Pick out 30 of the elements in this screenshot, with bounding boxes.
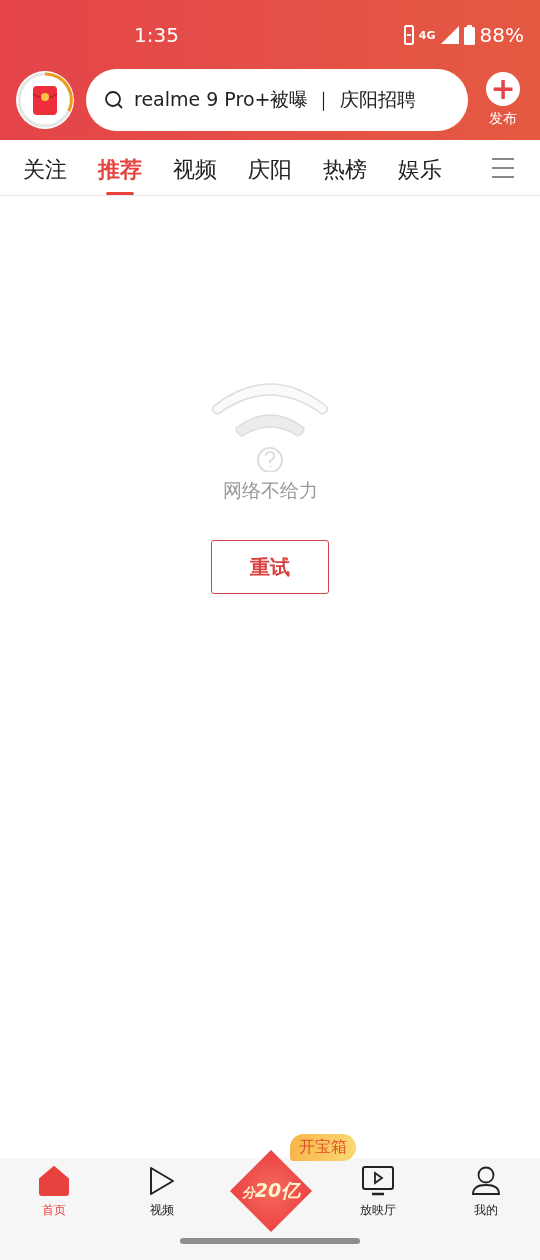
nav-label[interactable]: 视频 bbox=[150, 1202, 174, 1219]
home-icon[interactable] bbox=[39, 1166, 69, 1196]
search-icon bbox=[104, 90, 124, 110]
tv-icon[interactable] bbox=[362, 1166, 394, 1196]
promo-text: 分20亿 bbox=[241, 1178, 301, 1203]
envelope-button[interactable] bbox=[14, 69, 76, 131]
signal-icon bbox=[440, 26, 459, 44]
nav-label[interactable]: 首页 bbox=[42, 1202, 66, 1219]
person-icon[interactable] bbox=[471, 1166, 501, 1196]
channel-tab[interactable]: 推荐 bbox=[98, 144, 142, 195]
publish-button[interactable]: + bbox=[486, 72, 520, 106]
channel-tab[interactable]: 关注 bbox=[23, 144, 67, 195]
network-type: 4G bbox=[418, 28, 436, 42]
nav-label[interactable]: 放映厅 bbox=[360, 1202, 396, 1219]
battery-level: 88% bbox=[479, 23, 524, 47]
channel-tab[interactable]: 庆阳 bbox=[248, 144, 292, 195]
hd-icon bbox=[403, 25, 414, 45]
status-time: 1:35 bbox=[134, 23, 179, 47]
menu-icon[interactable] bbox=[492, 156, 514, 179]
play-icon[interactable] bbox=[149, 1166, 175, 1196]
search-field[interactable]: realme 9 Pro+被曝 ｜ 庆阳招聘 bbox=[86, 69, 468, 131]
channel-tab[interactable]: 热榜 bbox=[323, 144, 367, 195]
search-text: realme 9 Pro+被曝 ｜ 庆阳招聘 bbox=[134, 87, 416, 113]
battery-icon bbox=[463, 25, 475, 45]
nav-label[interactable]: 我的 bbox=[474, 1202, 498, 1219]
channel-tab[interactable]: 娱乐 bbox=[398, 144, 442, 195]
publish-label: 发布 bbox=[489, 110, 517, 128]
error-message: 网络不给力 bbox=[222, 478, 318, 503]
retry-button[interactable]: 重试 bbox=[211, 540, 329, 594]
channel-tab[interactable]: 视频 bbox=[173, 144, 217, 195]
